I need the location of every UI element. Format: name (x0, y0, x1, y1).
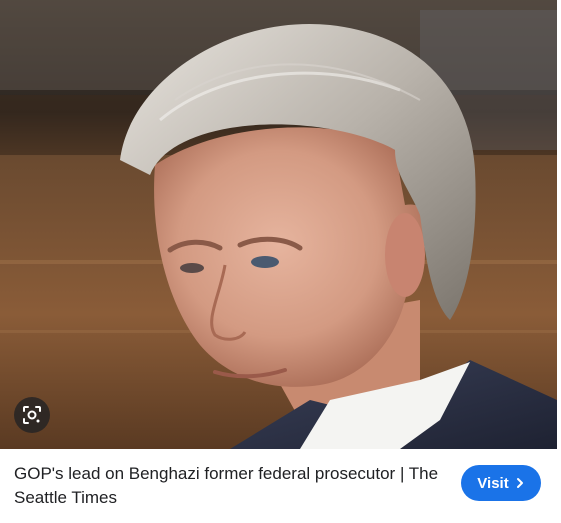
portrait-photo (0, 0, 557, 449)
image-result-card: GOP's lead on Benghazi former federal pr… (0, 0, 561, 523)
result-title[interactable]: GOP's lead on Benghazi former federal pr… (14, 462, 444, 510)
chevron-right-icon (515, 477, 525, 489)
visual-search-button[interactable] (14, 397, 50, 433)
visit-button-label: Visit (477, 474, 509, 492)
visual-search-icon (23, 406, 41, 424)
result-photo[interactable] (0, 0, 557, 449)
visit-button[interactable]: Visit (461, 465, 541, 501)
